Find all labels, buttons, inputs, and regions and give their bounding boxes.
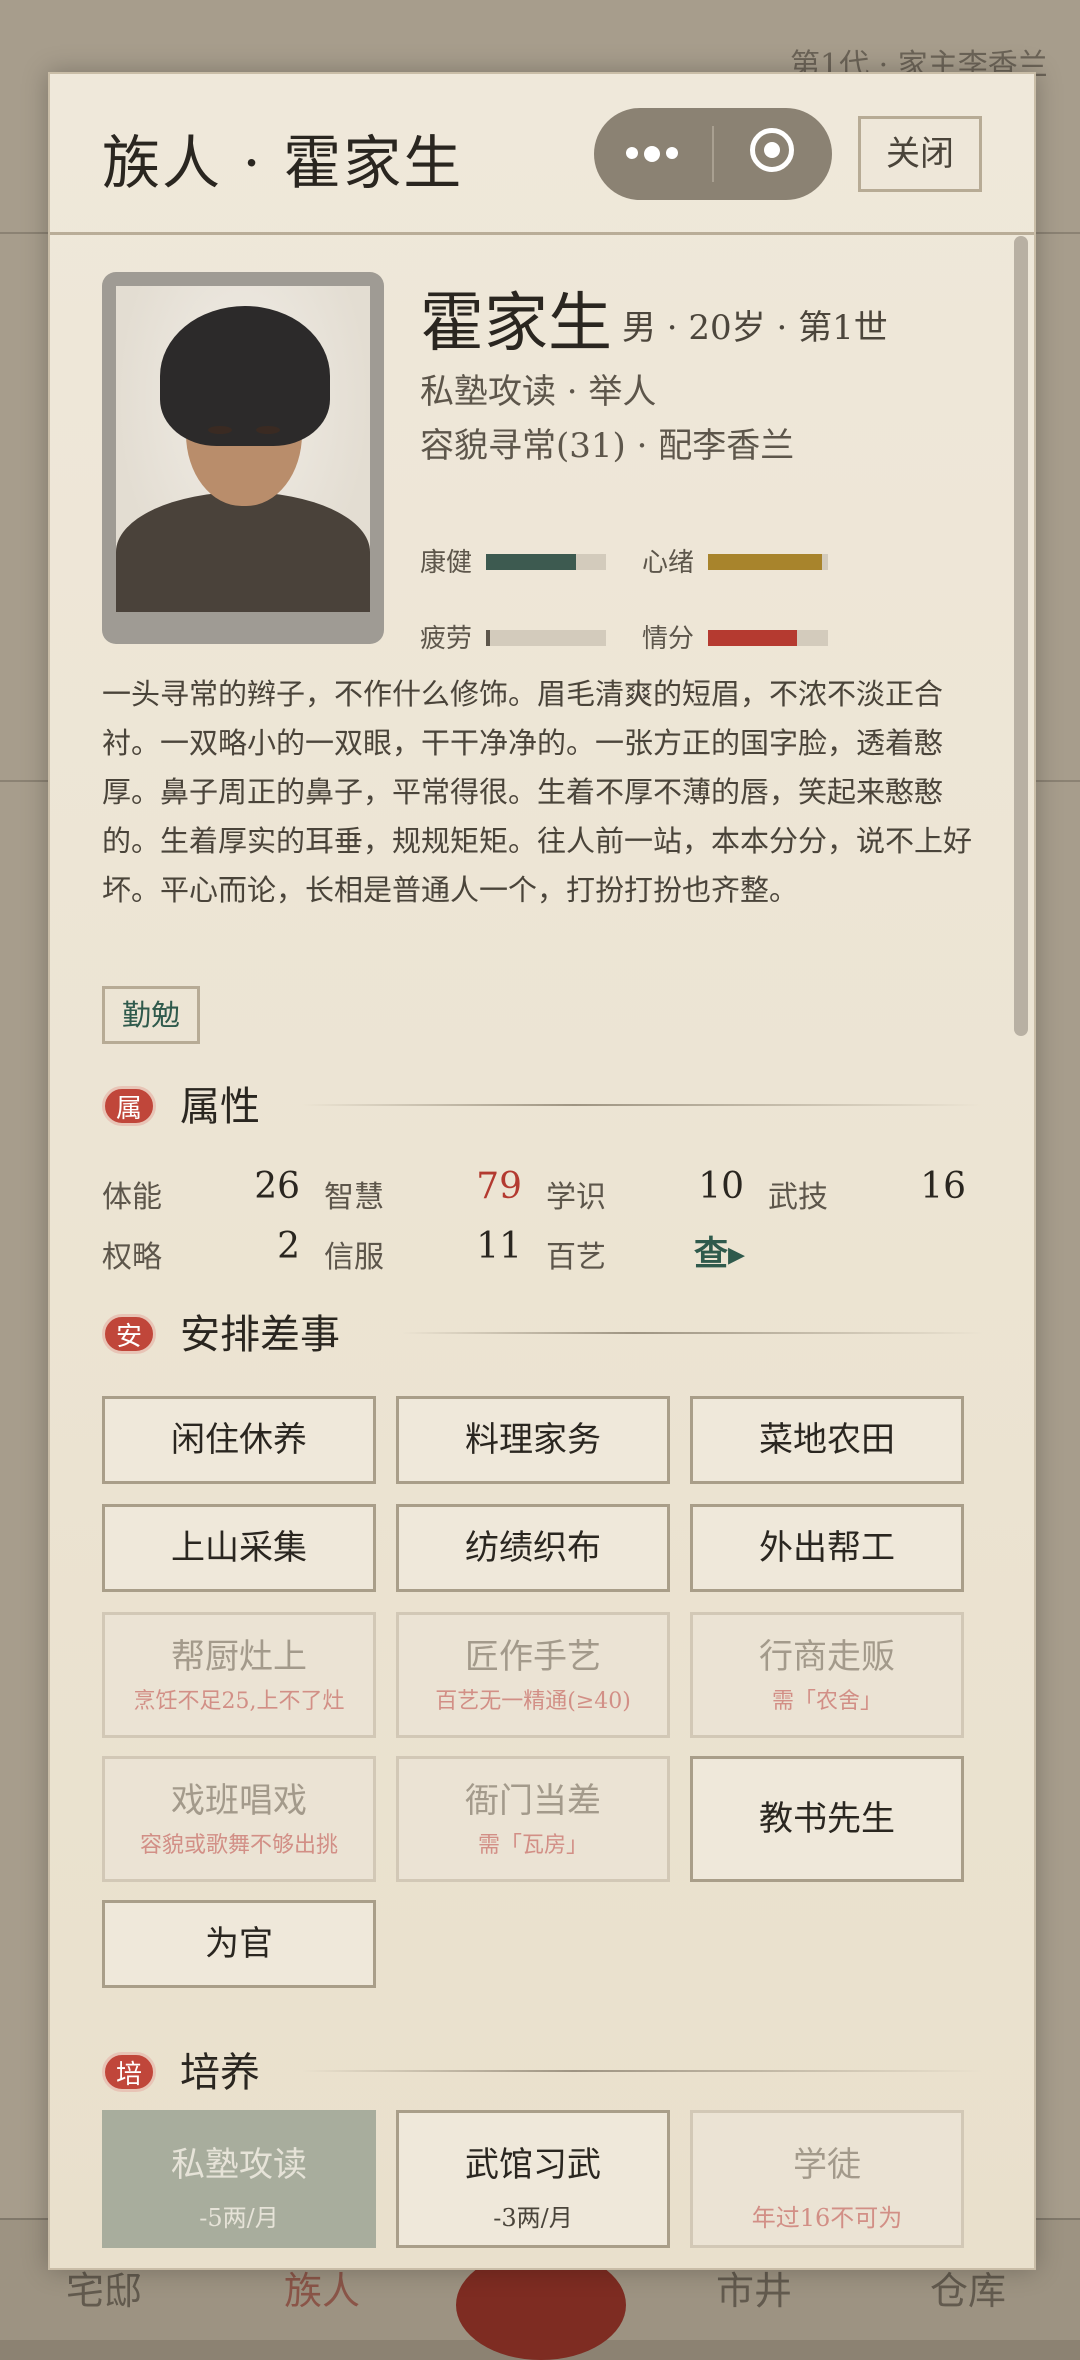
member-detail-modal: 族人 · 霍家生 关闭 霍家生 男 · 20岁 · 第1世 私塾攻读 · 举人 …: [48, 72, 1036, 2270]
job-label: 闲住休养: [171, 1420, 307, 1460]
stat-bar: [486, 630, 606, 646]
trait-tag[interactable]: 勤勉: [102, 986, 200, 1044]
attribute-value: 10: [698, 1166, 744, 1207]
job-label: 衙门当差: [465, 1781, 601, 1821]
close-miniprogram-icon[interactable]: [750, 128, 794, 172]
stat-bar: [486, 554, 606, 570]
stat-bar: [708, 630, 828, 646]
appearance-description: 一头寻常的辫子，不作什么修饰。眉毛清爽的短眉，不浓不淡正合衬。一双略小的一双眼，…: [102, 677, 973, 907]
stat-bar-fill: [486, 630, 490, 646]
job-requirement-note: 容貌或歌舞不够出挑: [139, 1833, 338, 1858]
job-option[interactable]: 纺绩织布: [396, 1504, 670, 1592]
more-icon[interactable]: [626, 144, 684, 163]
portrait-image: [116, 286, 370, 612]
job-label: 菜地农田: [759, 1420, 895, 1460]
job-option[interactable]: 教书先生: [690, 1756, 964, 1882]
job-label: 匠作手艺: [465, 1637, 601, 1677]
training-cost: -5两/月: [199, 2204, 279, 2232]
job-option[interactable]: 闲住休养: [102, 1396, 376, 1484]
job-label: 帮厨灶上: [171, 1637, 307, 1677]
training-badge: 培: [102, 2052, 156, 2092]
member-meta: 男 · 20岁 · 第1世: [622, 308, 888, 348]
close-button[interactable]: 关闭: [858, 116, 982, 192]
stat-bar-fill: [486, 554, 576, 570]
training-title: 培养: [180, 2050, 260, 2096]
training-label: 私塾攻读: [171, 2145, 307, 2185]
job-option: 衙门当差 需「瓦房」: [396, 1756, 670, 1882]
job-option[interactable]: 外出帮工: [690, 1504, 964, 1592]
job-option: 戏班唱戏容貌或歌舞不够出挑: [102, 1756, 376, 1882]
job-requirement-note: 百艺无一精通(≥40): [435, 1689, 631, 1714]
training-cost: -3两/月: [493, 2204, 573, 2232]
stat-bar-fill: [708, 630, 797, 646]
attribute-value: 2: [277, 1226, 300, 1267]
section-rule: [302, 2070, 982, 2072]
job-option: 帮厨灶上烹饪不足25,上不了灶: [102, 1612, 376, 1738]
training-section-header: 培 培养: [102, 2040, 982, 2100]
attribute-label: 学识: [546, 1180, 606, 1215]
attribute-label: 智慧: [324, 1180, 384, 1215]
job-option: 行商走贩 需「农舍」: [690, 1612, 964, 1738]
training-cost: 年过16不可为: [751, 2204, 903, 2232]
section-rule: [402, 1332, 982, 1334]
job-label: 料理家务: [465, 1420, 601, 1460]
training-option: 学徒年过16不可为: [690, 2110, 964, 2248]
job-label: 行商走贩: [759, 1637, 895, 1677]
attribute-label: 武技: [768, 1180, 828, 1215]
training-label: 学徒: [793, 2145, 861, 2185]
attributes-badge: 属: [102, 1086, 156, 1126]
jobs-badge: 安: [102, 1314, 156, 1354]
job-option[interactable]: 上山采集: [102, 1504, 376, 1592]
job-option[interactable]: 菜地农田: [690, 1396, 964, 1484]
stat-label: 疲劳: [420, 624, 473, 654]
jobs-title: 安排差事: [180, 1312, 340, 1358]
jobs-section-header: 安 安排差事: [102, 1302, 982, 1362]
attributes-title: 属性: [180, 1084, 260, 1130]
job-option: 匠作手艺百艺无一精通(≥40): [396, 1612, 670, 1738]
attribute-label: 信服: [324, 1240, 384, 1275]
training-label: 武馆习武: [465, 2145, 601, 2185]
member-name: 霍家生: [420, 287, 612, 361]
attribute-label: 百艺: [546, 1240, 606, 1275]
capsule-divider: [712, 126, 714, 182]
job-label: 纺绩织布: [465, 1528, 601, 1568]
member-status: 私塾攻读 · 举人: [420, 372, 657, 412]
attribute-label: 权略: [102, 1240, 162, 1275]
attribute-value: 26: [254, 1166, 300, 1207]
job-requirement-note: 需「瓦房」: [477, 1833, 588, 1858]
job-label: 为官: [205, 1924, 273, 1964]
job-requirement-note: 烹饪不足25,上不了灶: [133, 1689, 345, 1714]
member-appearance-spouse: 容貌寻常(31) · 配李香兰: [420, 426, 795, 466]
portrait-frame: [102, 272, 384, 644]
stat-bar-fill: [708, 554, 822, 570]
stat-bar: [708, 554, 828, 570]
stat-label: 康健: [420, 548, 473, 578]
modal-title: 族人 · 霍家生: [102, 129, 464, 197]
scrollbar[interactable]: [1014, 236, 1028, 1036]
section-rule: [302, 1104, 982, 1106]
job-option[interactable]: 料理家务: [396, 1396, 670, 1484]
check-skills-icon[interactable]: 查▸: [694, 1226, 745, 1275]
attribute-label: 体能: [102, 1180, 162, 1215]
job-label: 教书先生: [759, 1799, 895, 1839]
attribute-value: 11: [476, 1226, 522, 1267]
job-option[interactable]: 为官: [102, 1900, 376, 1988]
job-label: 上山采集: [171, 1528, 307, 1568]
job-label: 外出帮工: [759, 1528, 895, 1568]
training-option[interactable]: 武馆习武 -3两/月: [396, 2110, 670, 2248]
stat-label: 心绪: [642, 548, 695, 578]
miniprogram-capsule: [594, 108, 832, 200]
attribute-value: 16: [920, 1166, 966, 1207]
modal-header: 族人 · 霍家生 关闭: [50, 74, 1034, 235]
training-option[interactable]: 私塾攻读 -5两/月: [102, 2110, 376, 2248]
job-label: 戏班唱戏: [171, 1781, 307, 1821]
attribute-value: 79: [476, 1166, 522, 1207]
attributes-section-header: 属 属性: [102, 1074, 982, 1134]
stat-label: 情分: [642, 624, 695, 654]
job-requirement-note: 需「农舍」: [771, 1689, 882, 1714]
